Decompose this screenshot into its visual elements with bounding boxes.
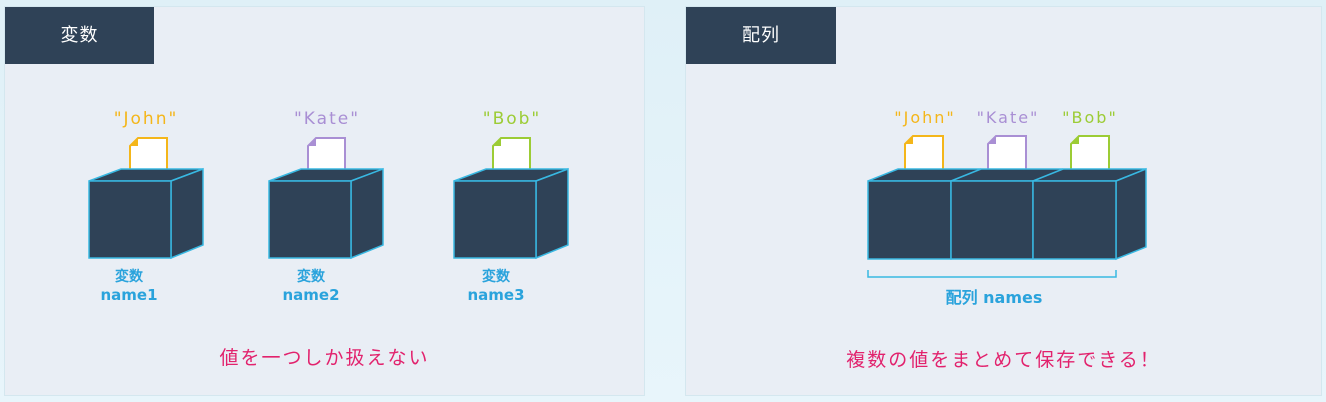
variable-name-label: name1 [100,286,157,304]
variable-kanji-label: 変数 [297,268,326,285]
caption: 値を一つしか扱えない [219,347,430,369]
variable-box-1: "John" 変数 name1 [88,109,204,304]
array-label: 配列 names [946,288,1043,307]
value-label: "Bob" [483,109,542,129]
value-label: "John" [114,109,179,129]
variable-name-label: name3 [467,286,524,304]
variable-name-label: name2 [282,286,339,304]
array-box-row [867,167,1147,261]
variable-box-3: "Bob" 変数 name3 [453,109,569,304]
array-panel: 配列 "John" "Kate" "Bob" 配列 names 複数の値をまとめ… [685,6,1322,396]
variable-kanji-label: 変数 [482,268,511,285]
array-bracket [867,270,1117,278]
array-diagram: "John" "Kate" "Bob" 配列 names [867,108,1147,307]
variable-box-2: "Kate" 変数 name2 [268,109,384,304]
value-label: "Kate" [294,109,360,129]
value-label: "Kate" [977,108,1040,127]
variable-panel: 変数 "John" 変数 name1 "Kate" 変数 name2 "Bob"… [4,6,645,396]
value-label: "Bob" [1062,108,1118,127]
variable-diagram: "John" 変数 name1 "Kate" 変数 name2 "Bob" 変数… [88,109,569,304]
caption: 複数の値をまとめて保存できる！ [846,349,1161,371]
value-label: "John" [894,108,956,127]
variable-kanji-label: 変数 [115,268,144,285]
